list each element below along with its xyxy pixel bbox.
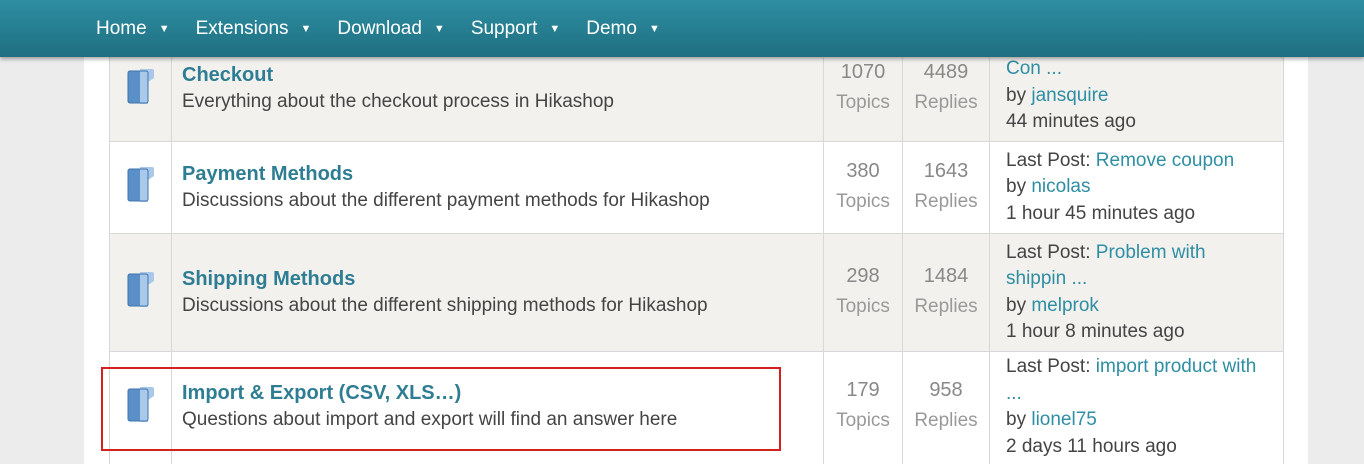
topics-count: 179 (846, 379, 880, 401)
forum-category-table: Checkout Everything about the checkout p… (109, 36, 1284, 464)
topics-label: Topics (836, 92, 890, 113)
last-post-author-line: by jansquire (1006, 83, 1283, 110)
last-post-time: 1 hour 45 minutes ago (1006, 202, 1196, 224)
last-post-prefix: Last Post: (1006, 149, 1096, 171)
replies-label: Replies (914, 410, 978, 431)
forum-title-link[interactable]: Import & Export (CSV, XLS…) (182, 380, 823, 406)
last-post-link-continued[interactable]: ... (1006, 383, 1022, 404)
last-post-line: Last Post: Problem with (1006, 240, 1283, 267)
nav-support-label: Support (470, 17, 538, 39)
forum-row-payment-methods: Payment Methods Discussions about the di… (109, 141, 1284, 234)
last-post-link[interactable]: Con ... (1006, 58, 1062, 79)
nav-extensions[interactable]: Extensions ▼ (196, 18, 312, 40)
by-prefix: by (1006, 409, 1032, 430)
last-post-line-continued: shippin ... (1006, 266, 1283, 293)
forum-description: Discussions about the different shipping… (182, 294, 708, 316)
nav-download[interactable]: Download ▼ (337, 18, 444, 40)
by-prefix: by (1006, 84, 1032, 106)
last-post-link[interactable]: Problem with (1096, 242, 1206, 263)
replies-cell: 1484 Replies (902, 233, 990, 352)
author-link[interactable]: melprok (1031, 295, 1099, 316)
last-post-line: Con ... (1006, 56, 1283, 83)
last-post-author-line: by melprok (1006, 293, 1283, 320)
topics-count: 380 (846, 159, 880, 182)
nav-download-label: Download (337, 17, 422, 39)
caret-down-icon: ▼ (300, 22, 312, 35)
forum-folder-icon (127, 167, 154, 202)
forum-info-cell: Import & Export (CSV, XLS…) Questions ab… (171, 351, 824, 464)
last-post-link[interactable]: import product with (1096, 356, 1257, 377)
forum-description: Discussions about the different payment … (182, 189, 710, 211)
forum-row-import-export: Import & Export (CSV, XLS…) Questions ab… (109, 351, 1284, 464)
topics-cell: 380 Topics (823, 141, 903, 234)
forum-icon-cell (109, 351, 172, 464)
caret-down-icon: ▼ (433, 22, 445, 35)
last-post-prefix: Last Post: (1006, 241, 1096, 263)
last-post-author-line: by lionel75 (1006, 407, 1283, 434)
by-prefix: by (1006, 294, 1032, 316)
nav-home[interactable]: Home ▼ (96, 18, 170, 40)
forum-title-link[interactable]: Shipping Methods (182, 266, 823, 292)
forum-title-link[interactable]: Payment Methods (182, 161, 823, 187)
forum-title-link[interactable]: Checkout (182, 62, 823, 88)
topics-label: Topics (836, 410, 890, 431)
last-post-cell: Last Post: import product with ... by li… (989, 351, 1284, 464)
replies-label: Replies (914, 190, 978, 212)
last-post-cell: Last Post: Problem with shippin ... by m… (989, 233, 1284, 352)
replies-cell: 958 Replies (902, 351, 990, 464)
last-post-cell: Last Post: Remove coupon by nicolas 1 ho… (989, 141, 1284, 234)
replies-count: 4489 (923, 61, 969, 83)
by-prefix: by (1006, 176, 1032, 198)
last-post-line: Last Post: import product with (1006, 354, 1283, 381)
forum-info-cell: Shipping Methods Discussions about the d… (171, 233, 824, 352)
nav-support[interactable]: Support ▼ (471, 18, 560, 40)
forum-description: Everything about the checkout process in… (182, 91, 614, 112)
replies-count: 1484 (923, 264, 969, 287)
last-post-link[interactable]: Remove coupon (1096, 150, 1234, 171)
nav-home-label: Home (96, 17, 147, 39)
replies-count: 1643 (923, 159, 969, 182)
last-post-author-line: by nicolas (1006, 174, 1283, 201)
last-post-link-continued[interactable]: shippin ... (1006, 268, 1087, 289)
topics-count: 1070 (840, 61, 886, 83)
top-navigation-bar: Home ▼ Extensions ▼ Download ▼ Support ▼… (0, 0, 1364, 57)
forum-folder-icon (127, 68, 154, 104)
caret-down-icon: ▼ (158, 22, 170, 35)
forum-info-cell: Payment Methods Discussions about the di… (171, 141, 824, 234)
topics-count: 298 (846, 264, 880, 287)
forum-description: Questions about import and export will f… (182, 409, 678, 430)
last-post-time: 2 days 11 hours ago (1006, 435, 1177, 457)
replies-label: Replies (914, 92, 978, 113)
last-post-prefix: Last Post: (1006, 356, 1096, 377)
nav-extensions-label: Extensions (195, 17, 289, 39)
last-post-time: 1 hour 8 minutes ago (1006, 321, 1185, 342)
topics-label: Topics (836, 190, 890, 212)
author-link[interactable]: lionel75 (1031, 409, 1097, 430)
forum-icon-cell (109, 233, 172, 352)
last-post-time: 44 minutes ago (1006, 111, 1136, 133)
nav-demo-label: Demo (586, 17, 637, 39)
last-post-line-continued: ... (1006, 381, 1283, 408)
topics-cell: 179 Topics (823, 351, 903, 464)
forum-folder-icon (127, 386, 154, 422)
replies-label: Replies (914, 295, 978, 317)
replies-cell: 1643 Replies (902, 141, 990, 234)
author-link[interactable]: jansquire (1031, 85, 1108, 106)
topics-cell: 298 Topics (823, 233, 903, 352)
last-post-line: Last Post: Remove coupon (1006, 148, 1283, 175)
replies-count: 958 (929, 379, 963, 401)
caret-down-icon: ▼ (648, 22, 660, 35)
forum-row-shipping-methods: Shipping Methods Discussions about the d… (109, 233, 1284, 352)
author-link[interactable]: nicolas (1031, 176, 1090, 197)
nav-demo[interactable]: Demo ▼ (586, 18, 660, 40)
topics-label: Topics (836, 295, 890, 317)
forum-icon-cell (109, 141, 172, 234)
forum-folder-icon (127, 272, 154, 307)
caret-down-icon: ▼ (549, 22, 561, 35)
